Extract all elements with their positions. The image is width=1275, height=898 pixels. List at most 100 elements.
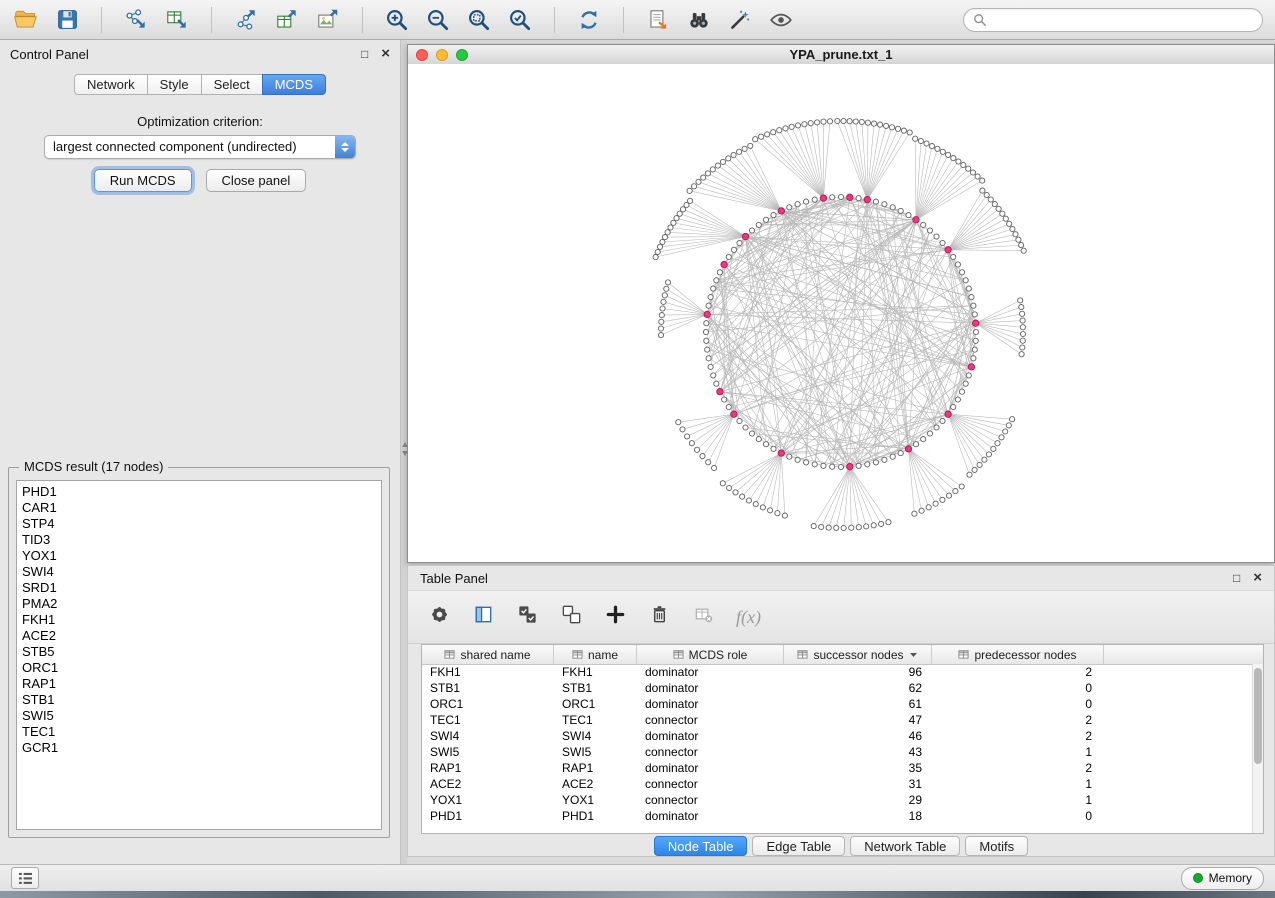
mcds-result-item[interactable]: FKH1 xyxy=(22,612,381,628)
import-table-icon[interactable] xyxy=(163,6,191,34)
table-cell[interactable]: ACE2 xyxy=(554,776,637,792)
memory-button[interactable]: Memory xyxy=(1181,867,1264,890)
mcds-result-item[interactable]: PMA2 xyxy=(22,596,381,612)
search-input[interactable] xyxy=(993,11,1253,28)
run-mcds-button[interactable]: Run MCDS xyxy=(94,169,192,192)
table-cell[interactable]: 0 xyxy=(932,808,1104,824)
close-table-panel-icon[interactable]: × xyxy=(1253,572,1262,584)
mcds-result-item[interactable]: STB1 xyxy=(22,692,381,708)
maximize-window-icon[interactable] xyxy=(456,49,468,61)
table-cell[interactable]: SWI4 xyxy=(422,728,554,744)
table-cell[interactable]: RAP1 xyxy=(422,760,554,776)
table-row[interactable]: STB1STB1dominator620 xyxy=(422,680,1252,696)
column-header-shared-name[interactable]: shared name xyxy=(422,645,554,664)
table-cell[interactable]: 96 xyxy=(784,664,932,680)
mcds-result-item[interactable]: SWI4 xyxy=(22,564,381,580)
deselect-all-icon[interactable] xyxy=(560,603,583,631)
table-row[interactable]: ORC1ORC1dominator610 xyxy=(422,696,1252,712)
column-icon[interactable] xyxy=(472,603,495,631)
mcds-result-item[interactable]: YOX1 xyxy=(22,548,381,564)
table-cell[interactable]: YOX1 xyxy=(422,792,554,808)
table-cell[interactable]: connector xyxy=(637,712,784,728)
wand-icon[interactable] xyxy=(726,6,754,34)
column-header-name[interactable]: name xyxy=(554,645,637,664)
mcds-result-item[interactable]: ORC1 xyxy=(22,660,381,676)
table-cell[interactable]: ORC1 xyxy=(554,696,637,712)
mcds-result-item[interactable]: CAR1 xyxy=(22,500,381,516)
gear-icon[interactable] xyxy=(428,603,451,631)
table-row[interactable]: RAP1RAP1dominator352 xyxy=(422,760,1252,776)
tab-node-table[interactable]: Node Table xyxy=(654,836,748,856)
table-cell[interactable]: PHD1 xyxy=(554,808,637,824)
table-row[interactable]: ACE2ACE2connector311 xyxy=(422,776,1252,792)
select-all-icon[interactable] xyxy=(516,603,539,631)
import-network-icon[interactable] xyxy=(122,6,150,34)
column-header-predecessor-nodes[interactable]: predecessor nodes xyxy=(932,645,1104,664)
eye-icon[interactable] xyxy=(767,6,795,34)
table-cell[interactable]: SWI5 xyxy=(422,744,554,760)
close-window-icon[interactable] xyxy=(416,49,428,61)
table-cell[interactable]: 1 xyxy=(932,744,1104,760)
table-cell[interactable]: STB1 xyxy=(422,680,554,696)
table-row[interactable]: TEC1TEC1connector472 xyxy=(422,712,1252,728)
table-cell[interactable]: 31 xyxy=(784,776,932,792)
table-row[interactable]: YOX1YOX1connector291 xyxy=(422,792,1252,808)
table-row[interactable]: PHD1PHD1dominator180 xyxy=(422,808,1252,824)
table-cell[interactable]: 43 xyxy=(784,744,932,760)
zoom-selected-icon[interactable] xyxy=(506,6,534,34)
network-graph[interactable] xyxy=(408,64,1274,562)
tab-select[interactable]: Select xyxy=(201,74,263,95)
float-panel-icon[interactable]: □ xyxy=(361,48,368,60)
mcds-result-item[interactable]: RAP1 xyxy=(22,676,381,692)
table-cell[interactable]: RAP1 xyxy=(554,760,637,776)
table-cell[interactable]: 47 xyxy=(784,712,932,728)
float-table-panel-icon[interactable]: □ xyxy=(1233,572,1240,584)
table-cell[interactable]: 2 xyxy=(932,760,1104,776)
table-cell[interactable]: 0 xyxy=(932,680,1104,696)
close-panel-button[interactable]: Close panel xyxy=(206,169,307,192)
table-cell[interactable]: dominator xyxy=(637,664,784,680)
delete-icon[interactable] xyxy=(648,603,671,631)
table-cell[interactable]: TEC1 xyxy=(422,712,554,728)
tab-style[interactable]: Style xyxy=(147,74,202,95)
table-cell[interactable]: 62 xyxy=(784,680,932,696)
save-icon[interactable] xyxy=(53,6,81,34)
refresh-icon[interactable] xyxy=(575,6,603,34)
table-cell[interactable]: SWI5 xyxy=(554,744,637,760)
minimize-window-icon[interactable] xyxy=(436,49,448,61)
table-cell[interactable]: dominator xyxy=(637,760,784,776)
tab-motifs[interactable]: Motifs xyxy=(965,836,1028,856)
column-header-successor-nodes[interactable]: successor nodes xyxy=(784,645,932,664)
panel-splitter[interactable] xyxy=(400,40,407,864)
table-cell[interactable]: FKH1 xyxy=(554,664,637,680)
table-row[interactable]: FKH1FKH1dominator962 xyxy=(422,664,1252,680)
tab-network[interactable]: Network xyxy=(74,74,148,95)
table-scrollbar[interactable] xyxy=(1252,664,1263,833)
table-cell[interactable]: connector xyxy=(637,776,784,792)
table-cell[interactable]: 2 xyxy=(932,712,1104,728)
tab-mcds[interactable]: MCDS xyxy=(262,74,326,95)
add-column-icon[interactable] xyxy=(604,603,627,631)
table-cell[interactable]: connector xyxy=(637,792,784,808)
table-row[interactable]: SWI4SWI4dominator462 xyxy=(422,728,1252,744)
table-cell[interactable]: dominator xyxy=(637,680,784,696)
network-window-titlebar[interactable]: YPA_prune.txt_1 xyxy=(408,45,1274,65)
table-cell[interactable]: PHD1 xyxy=(422,808,554,824)
table-cell[interactable]: 2 xyxy=(932,664,1104,680)
table-cell[interactable]: connector xyxy=(637,744,784,760)
mcds-result-item[interactable]: ACE2 xyxy=(22,628,381,644)
table-row[interactable]: SWI5SWI5connector431 xyxy=(422,744,1252,760)
zoom-in-icon[interactable] xyxy=(383,6,411,34)
export-image-icon[interactable] xyxy=(314,6,342,34)
close-panel-icon[interactable]: × xyxy=(381,48,390,60)
mcds-result-item[interactable]: TID3 xyxy=(22,532,381,548)
mcds-result-item[interactable]: SWI5 xyxy=(22,708,381,724)
table-cell[interactable]: STB1 xyxy=(554,680,637,696)
export-network-icon[interactable] xyxy=(232,6,260,34)
table-cell[interactable]: 1 xyxy=(932,776,1104,792)
zoom-fit-icon[interactable] xyxy=(465,6,493,34)
table-cell[interactable]: dominator xyxy=(637,808,784,824)
table-cell[interactable]: 18 xyxy=(784,808,932,824)
zoom-out-icon[interactable] xyxy=(424,6,452,34)
table-cell[interactable]: 35 xyxy=(784,760,932,776)
